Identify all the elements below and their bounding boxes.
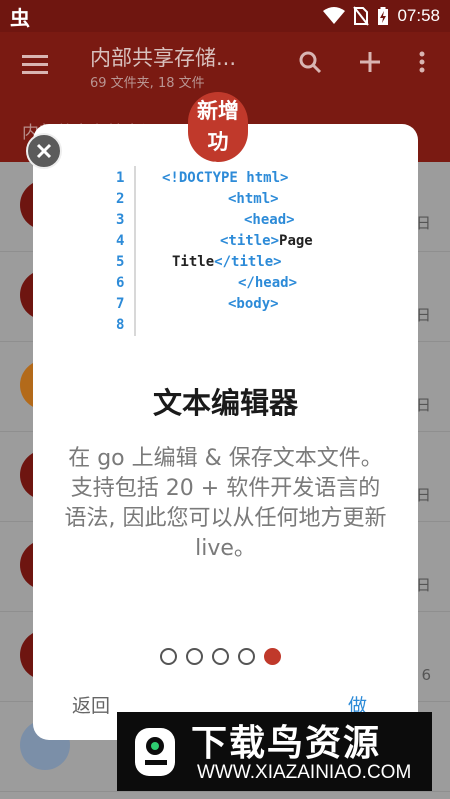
feature-description: 在 go 上编辑 & 保存文本文件。支持包括 20 + 软件开发语言的语法, 因… (64, 446, 387, 561)
list-item-date: 日 (415, 306, 431, 324)
code-line: </head> (238, 275, 298, 291)
line-gutter (74, 166, 136, 336)
toolbar-subtitle: 69 文件夹, 18 文件 (90, 76, 205, 91)
code-line: Title</title> (172, 254, 282, 270)
line-number: 4 (116, 233, 125, 249)
list-item-date: 日 (415, 576, 431, 594)
more-icon[interactable] (418, 50, 426, 74)
toolbar-title: 内部共享存储... (90, 46, 237, 70)
list-item-date: 6 (421, 666, 431, 684)
close-button[interactable] (26, 133, 62, 169)
no-sim-icon (353, 6, 370, 26)
close-icon (36, 143, 52, 159)
code-line: <html> (228, 191, 279, 207)
watermark-url: WWW.XIAZAINIAO.COM (197, 762, 412, 783)
code-line: <title>Page (220, 233, 313, 249)
feature-title: 文本编辑器 (152, 386, 298, 420)
page-dot[interactable] (212, 648, 229, 665)
code-line: <head> (244, 212, 295, 228)
code-illustration: 1 2 3 4 5 6 7 8 <!DOCTYPE html> <html> <… (74, 166, 364, 342)
new-feature-badge: 新增功 能! (188, 92, 248, 185)
line-number: 7 (116, 296, 125, 312)
add-icon[interactable] (358, 50, 382, 74)
menu-icon[interactable] (22, 55, 48, 79)
watermark: 下载鸟资源 WWW.XIAZAINIAO.COM (117, 712, 432, 791)
search-icon[interactable] (298, 50, 322, 74)
line-number: 3 (116, 212, 125, 228)
list-item-date: 日 (415, 396, 431, 414)
status-bar: 虫 07:58 (0, 0, 450, 32)
code-line: <body> (228, 296, 279, 312)
page-dot-active[interactable] (264, 648, 281, 665)
line-number: 2 (116, 191, 125, 207)
list-item-date: 日 (415, 214, 431, 232)
list-item-date: 日 (415, 486, 431, 504)
battery-charging-icon (378, 7, 389, 25)
page-indicator (160, 648, 281, 665)
page-dot[interactable] (186, 648, 203, 665)
watermark-title: 下载鸟资源 (191, 723, 382, 764)
wifi-icon (323, 7, 346, 24)
app-glyph-icon: 虫 (10, 5, 30, 30)
line-number: 6 (116, 275, 125, 291)
code-line: <!DOCTYPE html> (162, 170, 289, 186)
line-number: 8 (116, 317, 125, 333)
clock: 07:58 (397, 6, 440, 25)
app-toolbar: 内部共享存储... 69 文件夹, 18 文件 (0, 32, 450, 98)
bird-logo-icon (135, 728, 175, 776)
line-number: 1 (116, 170, 125, 186)
page-dot[interactable] (160, 648, 177, 665)
back-button[interactable]: 返回 (72, 691, 110, 718)
line-number: 5 (116, 254, 125, 270)
page-dot[interactable] (238, 648, 255, 665)
